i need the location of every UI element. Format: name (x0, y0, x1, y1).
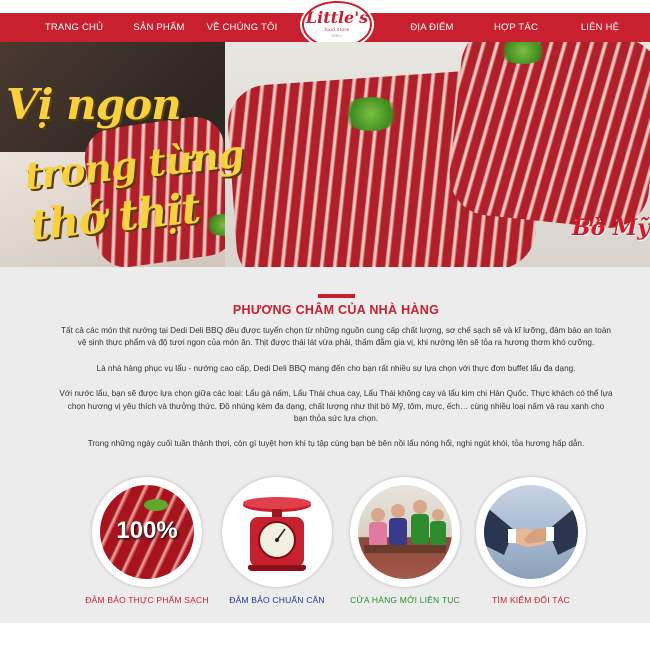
section-title: PHƯƠNG CHÂM CỦA NHÀ HÀNG (232, 303, 440, 317)
paragraph-3-line-3: bạn thỏa sức lựa chọn. (293, 414, 379, 423)
scale-icon (230, 485, 324, 579)
scallion-garnish-main (342, 97, 400, 131)
banner-slogan-line1: Vị ngon (6, 80, 182, 129)
logo-name: Little's (305, 8, 369, 27)
feature-find-partners[interactable]: TÌM KIẾM ĐỐI TÁC (471, 477, 591, 607)
feature-store-open[interactable]: CỬA HÀNG MỞI LIÊN TỤC (345, 477, 465, 607)
paragraph-3-line-1: Với nước lẩu, bạn sẽ được lựa chọn giữa … (59, 389, 613, 398)
feature-circle: 100% (92, 477, 202, 587)
hero-banner: Vị ngon trong từng thớ thịt Bò Mỹ (0, 42, 650, 267)
handshake-illustration (484, 505, 578, 555)
feature-circle (476, 477, 586, 587)
meat-image-right (445, 42, 650, 232)
nav-item-home[interactable]: TRANG CHỦ (38, 13, 110, 42)
brand-logo[interactable]: Little's food store GRILL (302, 1, 372, 48)
nav-item-products[interactable]: SẢN PHẨM (124, 13, 194, 42)
feature-label: TÌM KIẾM ĐỐI TÁC (492, 595, 570, 605)
paragraph-1-line-2: vệ sinh thực phẩm và độ tươi ngon của mó… (77, 338, 595, 347)
title-accent-bar (318, 294, 355, 298)
feature-clean-food[interactable]: 100% ĐẢM BẢO THỰC PHẨM SẠCH (85, 477, 209, 607)
philosophy-section: PHƯƠNG CHÂM CỦA NHÀ HÀNG Tất cả các món … (0, 267, 650, 623)
paragraph-1-line-1: Tất cả các món thịt nướng tại Dedi Deli … (61, 326, 611, 335)
feature-circle (222, 477, 332, 587)
store-staff-icon (358, 485, 452, 579)
handshake-icon (484, 485, 578, 579)
feature-badge: 100% (116, 517, 178, 544)
paragraph-3-line-2: chọn hương vị yêu thích và thưởng thức. … (67, 402, 605, 411)
banner-tag: Bò Mỹ (572, 215, 650, 241)
nav-item-partnership[interactable]: HỢP TÁC (484, 13, 548, 42)
meat-100-percent-icon: 100% (100, 485, 194, 579)
scale-illustration (243, 497, 311, 571)
feature-circle (350, 477, 460, 587)
herb-garnish-icon (144, 499, 168, 511)
nav-item-contact[interactable]: LIÊN HỆ (570, 13, 630, 42)
logo-subtitle: food store (324, 27, 350, 32)
nav-item-locations[interactable]: ĐỊA ĐIỂM (400, 13, 464, 42)
paragraph-2: Là nhà hàng phục vụ lẩu - nướng cao cấp,… (96, 364, 576, 373)
feature-accurate-weight[interactable]: ĐẢM BẢO CHUẨN CÂN (217, 477, 337, 607)
staff-illustration (364, 500, 446, 553)
nav-item-about[interactable]: VỀ CHÚNG TÔI (204, 13, 280, 42)
logo-grill: GRILL (331, 33, 343, 38)
paragraph-4: Trong những ngày cuối tuần thảnh thơi, c… (87, 439, 585, 448)
